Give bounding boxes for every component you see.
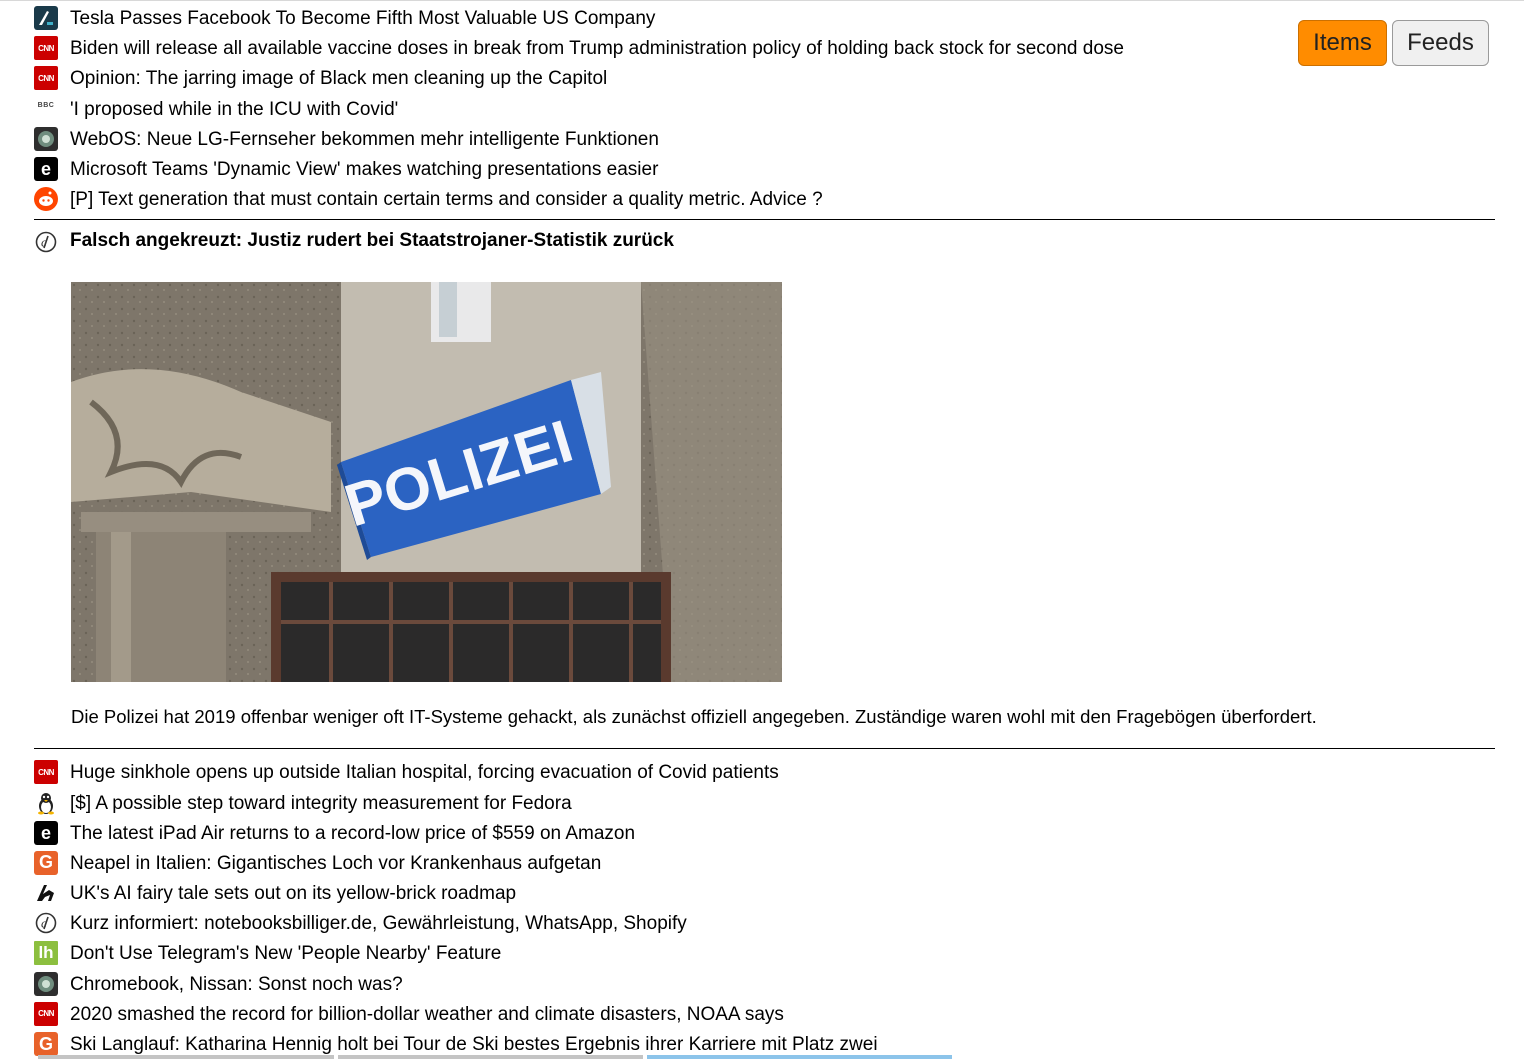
- item-title[interactable]: UK's AI fairy tale sets out on its yello…: [70, 883, 516, 905]
- lwn-icon: [34, 791, 58, 815]
- expanded-item-title[interactable]: Falsch angekreuzt: Justiz rudert bei Sta…: [70, 230, 674, 252]
- item-title[interactable]: [$] A possible step toward integrity mea…: [70, 793, 572, 815]
- bbc-icon: BBC: [37, 101, 55, 109]
- tab-feeds[interactable]: Feeds: [1392, 20, 1489, 66]
- cnn-icon: CNN: [34, 36, 58, 61]
- electrek-icon: [34, 6, 58, 30]
- expanded-item-header[interactable]: c Falsch angekreuzt: Justiz rudert bei S…: [34, 220, 1495, 254]
- engadget-icon: e: [34, 820, 58, 845]
- item-title[interactable]: Kurz informiert: notebooksbilliger.de, G…: [70, 913, 687, 935]
- list-item[interactable]: lh Don't Use Telegram's New 'People Near…: [34, 941, 1495, 973]
- item-title[interactable]: WebOS: Neue LG-Fernseher bekommen mehr i…: [70, 129, 659, 151]
- item-title[interactable]: 2020 smashed the record for billion-doll…: [70, 1004, 784, 1026]
- list-item[interactable]: e The latest iPad Air returns to a recor…: [34, 820, 1495, 853]
- list-item[interactable]: Chromebook, Nissan: Sonst noch was?: [34, 971, 1495, 1004]
- item-title[interactable]: 'I proposed while in the ICU with Covid': [70, 99, 398, 121]
- scroll-indicator[interactable]: [38, 1055, 958, 1060]
- item-title[interactable]: Don't Use Telegram's New 'People Nearby'…: [70, 943, 501, 965]
- article-image: POLIZEI: [71, 282, 782, 683]
- scroll-segment: [38, 1055, 334, 1059]
- item-title[interactable]: The latest iPad Air returns to a record-…: [70, 823, 635, 845]
- list-item[interactable]: e Microsoft Teams 'Dynamic View' makes w…: [34, 156, 1495, 189]
- winfuture-icon: [34, 126, 58, 151]
- reddit-icon: [34, 187, 58, 212]
- item-title[interactable]: [P] Text generation that must contain ce…: [70, 189, 823, 211]
- feed-list: Tesla Passes Facebook To Become Fifth Mo…: [34, 0, 1495, 1060]
- item-title[interactable]: Chromebook, Nissan: Sonst noch was?: [70, 974, 403, 996]
- list-item[interactable]: G Neapel in Italien: Gigantisches Loch v…: [34, 850, 1495, 883]
- list-item[interactable]: BBC 'I proposed while in the ICU with Co…: [34, 99, 1495, 129]
- winfuture-icon: [34, 971, 58, 996]
- list-item[interactable]: WebOS: Neue LG-Fernseher bekommen mehr i…: [34, 126, 1495, 159]
- item-title[interactable]: Opinion: The jarring image of Black men …: [70, 68, 607, 90]
- expanded-item: c Falsch angekreuzt: Justiz rudert bei S…: [34, 220, 1495, 748]
- theregister-icon: [34, 881, 58, 905]
- cut-off-row: [34, 0, 1495, 8]
- list-item[interactable]: c Kurz informiert: notebooksbilliger.de,…: [34, 911, 1495, 943]
- view-tabs: Items Feeds: [1298, 20, 1489, 66]
- item-title[interactable]: Huge sinkhole opens up outside Italian h…: [70, 762, 779, 784]
- article-summary: Die Polizei hat 2019 offenbar weniger of…: [71, 706, 1317, 728]
- item-title[interactable]: Ski Langlauf: Katharina Hennig holt bei …: [70, 1034, 878, 1056]
- scroll-segment: [338, 1055, 643, 1059]
- lifehacker-icon: lh: [34, 941, 58, 966]
- list-item[interactable]: CNN Huge sinkhole opens up outside Itali…: [34, 760, 1495, 792]
- list-item[interactable]: [P] Text generation that must contain ce…: [34, 187, 1495, 219]
- cnn-icon: CNN: [34, 760, 58, 785]
- feed-reader-page: Tesla Passes Facebook To Become Fifth Mo…: [0, 0, 1524, 1060]
- scroll-segment-active: [647, 1055, 952, 1059]
- golem-icon: G: [34, 1032, 58, 1056]
- list-item[interactable]: CNN Biden will release all available vac…: [34, 36, 1495, 68]
- item-title[interactable]: Neapel in Italien: Gigantisches Loch vor…: [70, 853, 601, 875]
- list-item[interactable]: [$] A possible step toward integrity mea…: [34, 791, 1495, 823]
- list-item[interactable]: CNN 2020 smashed the record for billion-…: [34, 1001, 1495, 1034]
- item-title[interactable]: Biden will release all available vaccine…: [70, 38, 1124, 60]
- item-title[interactable]: Microsoft Teams 'Dynamic View' makes wat…: [70, 159, 658, 181]
- heise-icon: c: [34, 911, 58, 935]
- cnn-icon: CNN: [34, 66, 58, 91]
- golem-icon: G: [34, 850, 58, 875]
- list-item[interactable]: Tesla Passes Facebook To Become Fifth Mo…: [34, 6, 1495, 38]
- list-item[interactable]: CNN Opinion: The jarring image of Black …: [34, 66, 1495, 98]
- item-title[interactable]: Tesla Passes Facebook To Become Fifth Mo…: [70, 8, 655, 30]
- engadget-icon: e: [34, 156, 58, 181]
- tab-items[interactable]: Items: [1298, 20, 1387, 66]
- cnn-icon: CNN: [34, 1001, 58, 1026]
- list-item[interactable]: UK's AI fairy tale sets out on its yello…: [34, 883, 1495, 913]
- heise-icon: c: [34, 230, 58, 254]
